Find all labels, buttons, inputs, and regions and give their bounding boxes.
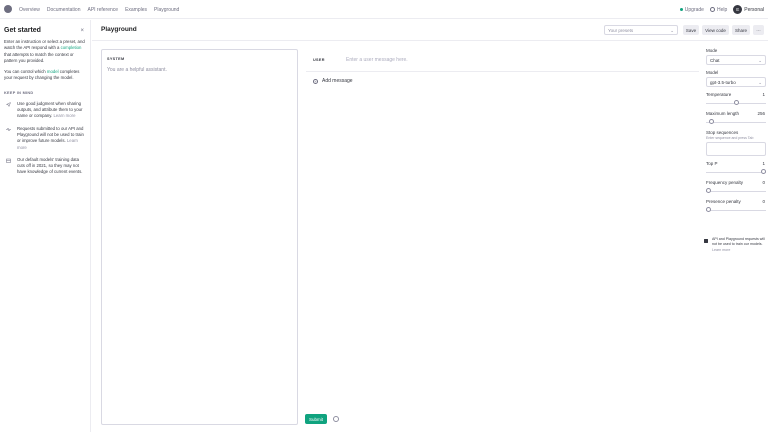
pulse-icon: [6, 126, 11, 132]
chevron-down-icon: ⌄: [758, 58, 762, 63]
presence-penalty-label: Presence penalty 0: [706, 199, 765, 204]
keep-in-mind-heading: KEEP IN MIND: [4, 90, 34, 95]
more-options-button[interactable]: ···: [753, 25, 764, 35]
account-name: Personal: [744, 6, 764, 13]
tip-item: Requests submitted to our API and Playgr…: [4, 126, 86, 151]
user-message-input[interactable]: Enter a user message here.: [346, 57, 408, 63]
stop-sequences-input[interactable]: [706, 142, 766, 156]
calendar-icon: [6, 158, 11, 163]
header-divider: [92, 40, 768, 41]
top-nav: Overview Documentation API reference Exa…: [19, 7, 179, 13]
tip-item: Our default models' training data cuts o…: [4, 157, 86, 176]
model-select[interactable]: gpt-3.5-turbo ⌄: [706, 77, 766, 87]
mode-label: Mode: [706, 48, 718, 53]
get-started-panel: Get started × Enter an instruction or se…: [0, 20, 91, 432]
slider-handle[interactable]: [761, 169, 766, 174]
max-length-value[interactable]: 256: [757, 111, 765, 116]
slider-handle[interactable]: [706, 188, 711, 193]
learn-more-link[interactable]: Learn more: [53, 113, 75, 118]
frequency-penalty-slider[interactable]: [706, 188, 766, 194]
system-input[interactable]: You are a helpful assistant.: [107, 67, 292, 73]
system-label: SYSTEM: [107, 57, 125, 61]
tip-item: Use good judgment when sharing outputs, …: [4, 101, 86, 120]
intro-text: Enter an instruction or select a preset,…: [4, 39, 85, 63]
settings-panel: Mode Chat ⌄ Model gpt-3.5-turbo ⌄ Temper…: [706, 48, 766, 213]
save-button[interactable]: Save: [683, 25, 699, 35]
slider-handle[interactable]: [709, 119, 715, 124]
chevron-down-icon: ⌄: [670, 28, 674, 33]
help-icon: [709, 6, 715, 12]
completion-link[interactable]: completion: [61, 45, 82, 50]
share-button[interactable]: Share: [732, 25, 750, 35]
stop-sequences-hint: Enter sequence and press Tab: [706, 136, 754, 140]
top-right-menu: Upgrade Help E Personal: [679, 5, 764, 14]
frequency-penalty-label: Frequency penalty 0: [706, 180, 765, 185]
top-p-slider[interactable]: [706, 169, 766, 175]
history-icon[interactable]: [333, 416, 339, 422]
plus-circle-icon: +: [313, 78, 318, 84]
model-text: You can control which model completes yo…: [4, 69, 80, 81]
max-length-slider[interactable]: [706, 119, 766, 125]
temperature-slider[interactable]: [706, 100, 766, 106]
nav-overview[interactable]: Overview: [19, 7, 40, 13]
upgrade-dot-icon: [679, 7, 683, 11]
max-length-label: Maximum length 256: [706, 111, 765, 116]
learn-more-link[interactable]: Learn more: [712, 248, 730, 252]
top-p-label: Top P 1: [706, 161, 765, 166]
top-p-value[interactable]: 1: [762, 161, 765, 166]
slider-handle[interactable]: [706, 207, 711, 212]
frequency-penalty-value[interactable]: 0: [762, 180, 765, 185]
top-bar: Overview Documentation API reference Exa…: [0, 0, 768, 19]
nav-examples[interactable]: Examples: [125, 7, 147, 13]
nav-api-reference[interactable]: API reference: [87, 7, 118, 13]
close-icon[interactable]: ×: [80, 28, 84, 34]
openai-logo-icon[interactable]: [4, 5, 12, 13]
mode-select[interactable]: Chat ⌄: [706, 55, 766, 65]
temperature-label: Temperature 1: [706, 92, 765, 97]
add-message-button[interactable]: + Add message: [313, 78, 353, 84]
user-role-label[interactable]: USER: [313, 58, 325, 62]
avatar: E: [733, 5, 743, 14]
system-message-box[interactable]: SYSTEM You are a helpful assistant.: [101, 49, 298, 425]
account-menu[interactable]: E Personal: [733, 5, 764, 14]
slider-handle[interactable]: [733, 100, 739, 105]
get-started-title: Get started: [4, 27, 41, 34]
upgrade-link[interactable]: Upgrade: [679, 7, 704, 13]
nav-playground[interactable]: Playground: [154, 7, 179, 13]
model-label: Model: [706, 70, 719, 75]
user-message-row[interactable]: USER Enter a user message here.: [306, 49, 699, 72]
chevron-down-icon: ⌄: [758, 80, 762, 85]
view-code-button[interactable]: View code: [702, 25, 729, 35]
help-link[interactable]: Help: [709, 6, 727, 13]
privacy-note: API and Playground requests will not be …: [704, 237, 766, 253]
submit-button[interactable]: Submit: [305, 414, 327, 424]
stop-sequences-label: Stop sequences: [706, 130, 739, 135]
presence-penalty-value[interactable]: 0: [762, 199, 765, 204]
page-title: Playground: [101, 26, 137, 33]
temperature-value[interactable]: 1: [762, 92, 765, 97]
presence-penalty-slider[interactable]: [706, 207, 766, 213]
nav-documentation[interactable]: Documentation: [47, 7, 81, 13]
preset-select[interactable]: Your presets ⌄: [604, 25, 678, 35]
send-icon: [6, 101, 11, 107]
lock-icon: [704, 239, 708, 243]
model-link[interactable]: model: [47, 69, 59, 74]
